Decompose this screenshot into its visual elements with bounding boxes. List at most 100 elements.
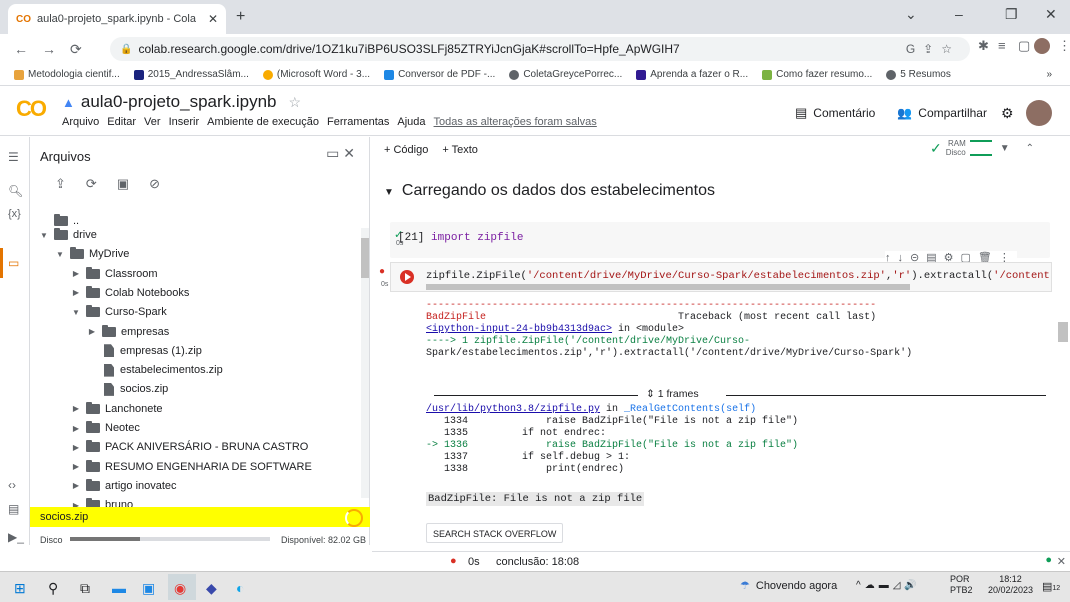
collapse-header-icon[interactable]: ⌃ bbox=[1026, 143, 1034, 154]
expand-arrow-icon[interactable]: ▼ bbox=[70, 308, 82, 317]
cell-horizontal-scrollbar[interactable] bbox=[426, 284, 910, 290]
files-icon[interactable]: ▭ bbox=[8, 256, 19, 270]
folder-row[interactable]: ▶ Lanchonete bbox=[70, 400, 163, 418]
browser-menu-icon[interactable]: ⋮ bbox=[1058, 38, 1070, 54]
bookmark-item[interactable]: Como fazer resumo... bbox=[762, 69, 872, 80]
expand-arrow-icon[interactable]: ▶ bbox=[70, 443, 82, 452]
edge-icon[interactable]: ◐ bbox=[236, 580, 244, 596]
explorer-icon[interactable]: ▬ bbox=[112, 580, 126, 596]
extension-icon[interactable]: ✱ bbox=[978, 38, 989, 54]
input-link[interactable]: <ipython-input-24-bb9b4313d9ac> bbox=[426, 324, 612, 335]
folder-row[interactable]: ▼ drive bbox=[38, 226, 97, 244]
folder-row[interactable]: ▶ Colab Notebooks bbox=[70, 284, 189, 302]
folder-row[interactable]: ▶ Classroom bbox=[70, 265, 158, 283]
add-code-button[interactable]: + Código bbox=[384, 144, 428, 156]
menu-arquivo[interactable]: Arquivo bbox=[62, 116, 99, 128]
bookmark-item[interactable]: ColetaGreycePorrec... bbox=[509, 69, 622, 80]
frames-divider[interactable]: ⇕ 1 frames bbox=[426, 388, 1050, 402]
command-palette-icon[interactable]: ▤ bbox=[8, 502, 19, 516]
new-tab-button[interactable]: + bbox=[236, 8, 245, 26]
panel-controls[interactable]: ▭ ✕ bbox=[326, 145, 355, 162]
sidepanel-icon[interactable]: ▢ bbox=[1018, 38, 1030, 54]
clock[interactable]: 18:12 20/02/2023 bbox=[988, 574, 1033, 596]
profile-avatar[interactable] bbox=[1034, 38, 1050, 54]
bookmark-item[interactable]: (Microsoft Word - 3... bbox=[262, 69, 370, 80]
app-icon[interactable]: ◆ bbox=[206, 580, 217, 597]
forward-icon[interactable]: → bbox=[42, 41, 56, 57]
comment-button[interactable]: Comentário bbox=[813, 106, 875, 120]
close-window-button[interactable]: ✕ bbox=[1045, 6, 1057, 23]
code-snippets-icon[interactable]: ‹› bbox=[8, 478, 16, 492]
browser-tab[interactable]: CO aula0-projeto_spark.ipynb - Cola ✕ bbox=[8, 4, 226, 34]
menu-ver[interactable]: Ver bbox=[144, 116, 161, 128]
close-status-icon[interactable]: ✕ bbox=[1057, 555, 1066, 568]
table-of-contents-icon[interactable]: ☰ bbox=[8, 150, 19, 164]
file-row[interactable]: socios.zip bbox=[86, 380, 168, 398]
refresh-icon[interactable]: ⟳ bbox=[86, 176, 97, 192]
variables-icon[interactable]: {x} bbox=[8, 208, 21, 220]
back-icon[interactable]: ← bbox=[14, 41, 28, 57]
system-tray-icons[interactable]: ^☁▬◿🔊 bbox=[856, 580, 921, 591]
settings-gear-icon[interactable]: ⚙ bbox=[1001, 105, 1014, 122]
folder-row[interactable]: ▶ PACK ANIVERSÁRIO - BRUNA CASTRO bbox=[70, 438, 308, 456]
star-icon[interactable]: ☆ bbox=[289, 94, 302, 111]
expand-arrow-icon[interactable]: ▼ bbox=[38, 231, 50, 240]
resource-monitor[interactable]: ✓ RAM Disco ▼ ⌃ bbox=[930, 139, 1034, 157]
folder-row[interactable]: ▼ MyDrive bbox=[54, 245, 129, 263]
reload-icon[interactable]: ⟳ bbox=[70, 41, 82, 58]
menu-ambiente[interactable]: Ambiente de execução bbox=[207, 116, 319, 128]
expand-arrow-icon[interactable]: ▼ bbox=[54, 250, 66, 259]
expand-arrow-icon[interactable]: ▶ bbox=[86, 327, 98, 336]
collapse-section-icon[interactable]: ▼ bbox=[384, 187, 394, 198]
colab-logo[interactable]: CO bbox=[16, 96, 47, 122]
mount-drive-icon[interactable]: ▣ bbox=[117, 176, 129, 192]
hide-files-icon[interactable]: ⊘ bbox=[149, 176, 160, 192]
add-text-button[interactable]: + Texto bbox=[442, 144, 478, 156]
terminal-icon[interactable]: ▶_ bbox=[8, 530, 24, 544]
folder-row[interactable]: ▶ RESUMO ENGENHARIA DE SOFTWARE bbox=[70, 458, 312, 476]
expand-arrow-icon[interactable]: ▶ bbox=[70, 424, 82, 433]
bookmark-item[interactable]: 5 Resumos bbox=[886, 69, 951, 80]
menu-editar[interactable]: Editar bbox=[107, 116, 136, 128]
more-bookmarks-button[interactable]: » bbox=[1046, 69, 1052, 80]
weather-widget[interactable]: ☂ Chovendo agora bbox=[740, 579, 837, 593]
bookmark-item[interactable]: Conversor de PDF -... bbox=[384, 69, 495, 80]
minimize-button[interactable]: – bbox=[955, 6, 963, 22]
omnibox-actions-icon[interactable]: G⇪☆ bbox=[906, 42, 960, 56]
bookmark-item[interactable]: 2015_AndressaSlâm... bbox=[133, 69, 249, 80]
language-indicator[interactable]: POR PTB2 bbox=[950, 574, 973, 596]
task-view-icon[interactable]: ⧉ bbox=[80, 580, 90, 597]
notification-center[interactable]: ▤12 bbox=[1042, 580, 1060, 593]
search-icon[interactable]: 🔍︎ bbox=[8, 184, 23, 198]
chrome-icon[interactable]: ◉ bbox=[174, 580, 186, 597]
search-icon[interactable]: ⚲ bbox=[48, 580, 58, 597]
share-button[interactable]: Compartilhar bbox=[918, 106, 987, 120]
search-stack-overflow-button[interactable]: SEARCH STACK OVERFLOW bbox=[426, 523, 564, 543]
folder-row[interactable]: ▼ Curso-Spark bbox=[70, 303, 167, 321]
folder-row[interactable]: ▶ empresas bbox=[86, 323, 169, 341]
menu-ferramentas[interactable]: Ferramentas bbox=[327, 116, 389, 128]
file-row[interactable]: empresas (1).zip bbox=[86, 342, 202, 360]
menu-inserir[interactable]: Inserir bbox=[169, 116, 200, 128]
reading-list-icon[interactable]: ≡ bbox=[998, 38, 1006, 53]
section-heading[interactable]: ▼ Carregando os dados dos estabelecimento… bbox=[384, 182, 715, 200]
file-row[interactable]: estabelecimentos.zip bbox=[86, 361, 223, 379]
save-status[interactable]: Todas as alterações foram salvas bbox=[434, 116, 597, 128]
cell2-code[interactable]: zipfile.ZipFile('/content/drive/MyDrive/… bbox=[426, 270, 1050, 282]
restore-button[interactable]: ❐ bbox=[1005, 6, 1018, 23]
upload-icon[interactable]: ⇪ bbox=[55, 176, 66, 192]
store-icon[interactable]: ▣ bbox=[142, 580, 155, 597]
bookmark-item[interactable]: Metodologia cientif... bbox=[14, 69, 120, 80]
scrollbar-thumb[interactable] bbox=[361, 238, 369, 278]
runtime-dropdown-icon[interactable]: ▼ bbox=[1000, 143, 1010, 154]
menu-ajuda[interactable]: Ajuda bbox=[397, 116, 425, 128]
tab-search-icon[interactable]: ⌄ bbox=[905, 6, 917, 23]
windows-start-icon[interactable]: ⊞ bbox=[14, 580, 26, 597]
notebook-scrollbar-thumb[interactable] bbox=[1058, 322, 1068, 342]
expand-arrow-icon[interactable]: ▶ bbox=[70, 288, 82, 297]
expand-arrow-icon[interactable]: ▶ bbox=[70, 404, 82, 413]
lib-link[interactable]: /usr/lib/python3.8/zipfile.py bbox=[426, 404, 600, 415]
address-bar[interactable]: 🔒 colab.research.google.com/drive/1OZ1ku… bbox=[110, 37, 970, 61]
run-cell-button[interactable] bbox=[400, 270, 414, 284]
close-tab-icon[interactable]: ✕ bbox=[208, 12, 218, 26]
